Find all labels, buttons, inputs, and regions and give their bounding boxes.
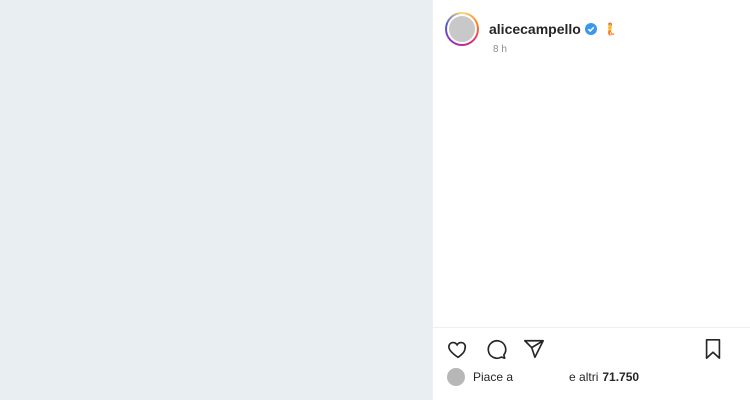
verified-icon [584,23,597,35]
comment-icon [487,339,507,360]
action-bar [445,336,547,362]
username-link[interactable]: alicecampello [489,21,581,37]
likes-summary: Piace a e altri 71.750 [447,368,639,386]
share-button[interactable] [521,336,547,362]
likes-prefix: Piace a [473,370,514,384]
post-time: 8 h [493,44,507,55]
likes-count-link[interactable]: 71.750 [602,370,639,384]
post-image-placeholder[interactable] [0,0,433,400]
avatar-image [447,14,477,44]
heart-icon [448,341,467,359]
comment-button[interactable] [483,336,509,362]
share-icon [524,339,544,359]
save-button[interactable] [700,336,726,362]
instagram-post: alicecampello 🧜 8 h Piace a e altri 71.7… [0,0,750,400]
divider [433,327,750,328]
emoji-icon: 🧜 [602,22,618,36]
post-sidebar: alicecampello 🧜 8 h Piace a e altri 71.7… [433,0,750,400]
bookmark-icon [705,339,721,359]
like-button[interactable] [445,336,471,362]
post-header: alicecampello 🧜 [445,12,618,46]
liker-avatar[interactable] [447,368,465,386]
avatar[interactable] [445,12,479,46]
likes-middle: e altri [569,370,599,384]
